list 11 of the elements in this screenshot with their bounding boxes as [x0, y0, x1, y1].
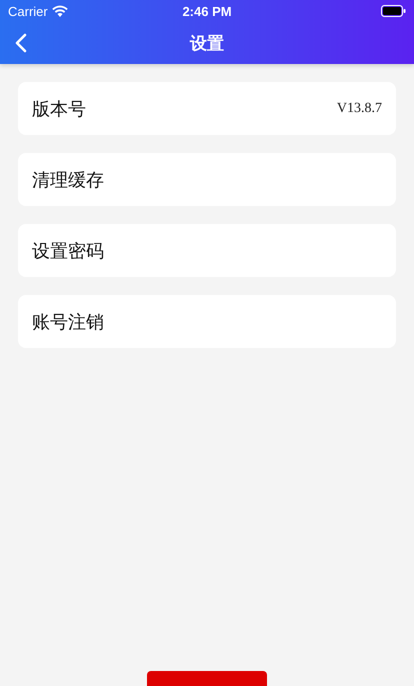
battery-icon	[381, 5, 406, 17]
settings-item[interactable]: 版本号 V13.8.7	[18, 82, 396, 135]
carrier-name: Carrier	[8, 4, 48, 18]
settings-item[interactable]: 账号注销	[18, 295, 396, 348]
wifi-icon	[52, 5, 68, 17]
back-icon[interactable]	[14, 33, 28, 53]
settings-item[interactable]: 清理缓存	[18, 153, 396, 206]
page-title: 设置	[190, 32, 224, 54]
settings-item[interactable]: 设置密码	[18, 224, 396, 277]
version-number: V13.8.7	[336, 100, 382, 116]
status-time: 2:46 PM	[182, 4, 232, 18]
